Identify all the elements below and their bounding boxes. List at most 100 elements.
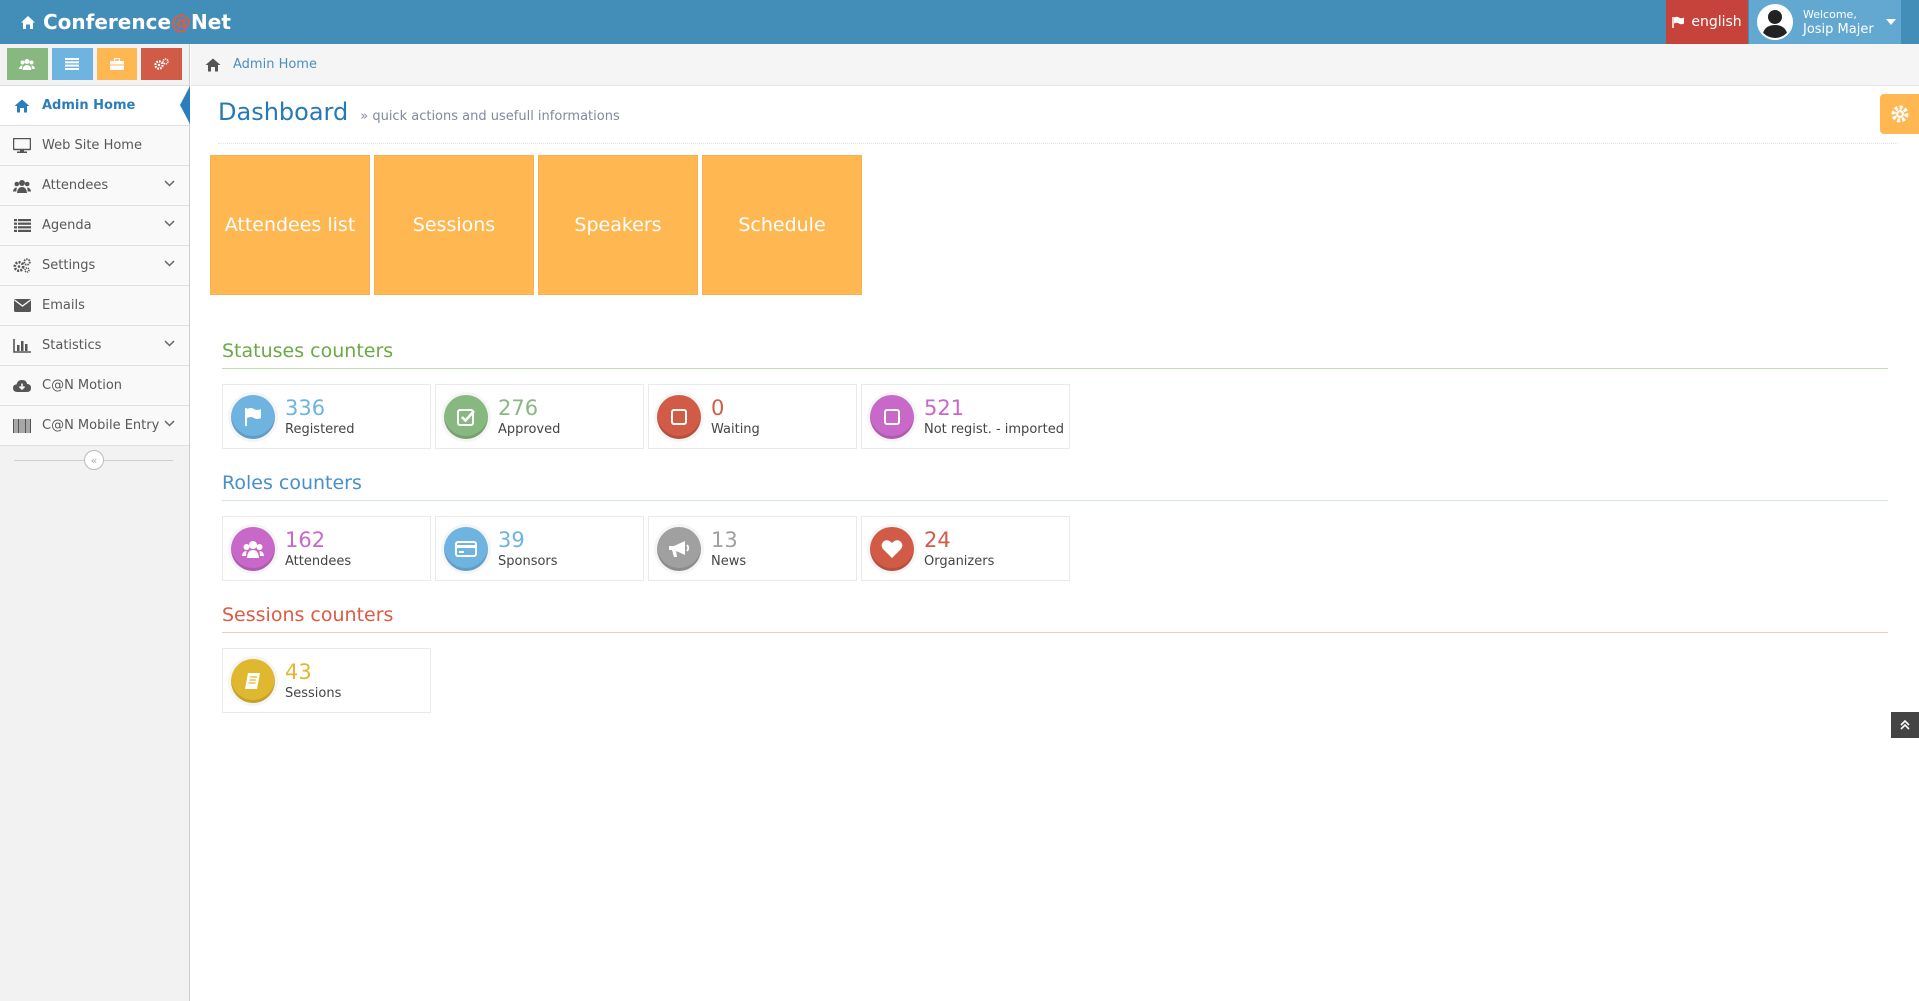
tile-attendees-list[interactable]: Attendees list [210,155,370,295]
language-selector[interactable]: english [1666,0,1748,44]
counter-value: 336 [285,396,326,420]
counter-label: Sessions [285,686,342,701]
sidebar-item-settings[interactable]: Settings [0,246,189,286]
sidebar-menu: Admin Home Web Site Home Attendees Agend… [0,86,190,446]
user-menu[interactable]: Welcome, Josip Majer [1749,0,1901,44]
brand-text-1: Conference [43,10,172,34]
home-icon [21,15,35,29]
chevron-down-icon [164,340,175,347]
user-avatar-icon [1762,10,1788,38]
gears-icon [13,258,31,273]
quick-action-tiles: Attendees list Sessions Speakers Schedul… [210,155,862,295]
counter-waiting: 0 Waiting [648,384,857,449]
users-icon [19,59,36,70]
page-title: Dashboard [218,98,349,126]
briefcase-icon [109,58,124,70]
flag-icon [245,407,261,426]
page-subtitle: » quick actions and usefull informations [360,109,620,124]
counter-label: Approved [498,422,561,437]
sidebar: Admin Home Web Site Home Attendees Agend… [0,44,190,1001]
caret-down-icon [1885,19,1896,25]
statuses-counters-section: Statuses counters 336 Registered 276 Appro… [222,340,1888,449]
breadcrumb: Admin Home [191,44,1919,86]
counter-value: 0 [711,396,725,420]
shortcut-settings-button[interactable] [141,48,182,80]
brand-at: @ [171,10,192,34]
counter-value: 162 [285,528,326,552]
language-label: english [1691,14,1742,30]
counter-value: 276 [498,396,539,420]
brand-logo[interactable]: Conference @ Net [20,0,231,44]
counter-sessions: 43 Sessions [222,648,431,713]
barcode-icon [13,418,31,433]
home-icon [14,99,30,112]
sidebar-item-label: Web Site Home [42,138,142,153]
sidebar-item-can-mobile-entry[interactable]: C@N Mobile Entry [0,406,189,446]
counter-value: 43 [285,660,312,684]
square-icon [671,408,687,425]
sidebar-item-label: C@N Mobile Entry [42,418,160,433]
sidebar-item-label: Emails [42,298,85,313]
page-header: Dashboard » quick actions and usefull in… [218,98,1898,144]
roles-counters-section: Roles counters 162 Attendees 39 Sponsors 1… [222,472,1888,581]
counter-value: 521 [924,396,965,420]
sidebar-item-can-motion[interactable]: C@N Motion [0,366,189,406]
sidebar-item-label: Admin Home [42,98,136,113]
sessions-counters-section: Sessions counters 43 Sessions [222,604,1888,713]
sidebar-item-statistics[interactable]: Statistics [0,326,189,366]
sidebar-item-label: Statistics [42,338,102,353]
tile-speakers[interactable]: Speakers [538,155,698,295]
sidebar-item-emails[interactable]: Emails [0,286,189,326]
breadcrumb-admin-home-link[interactable]: Admin Home [233,57,317,72]
users-icon [242,540,264,558]
sidebar-item-web-site-home[interactable]: Web Site Home [0,126,189,166]
tile-schedule[interactable]: Schedule [702,155,862,295]
flag-icon [1672,16,1685,28]
check-square-icon [457,408,475,426]
counter-label: Attendees [285,554,352,569]
sidebar-collapse-row: « [0,446,189,474]
sidebar-shortcuts [0,44,189,86]
sidebar-collapse-button[interactable]: « [84,450,104,470]
counter-label: News [711,554,747,569]
counter-registered: 336 Registered [222,384,431,449]
section-title: Sessions counters [222,604,1888,633]
heart-icon [881,539,903,558]
sidebar-item-agenda[interactable]: Agenda [0,206,189,246]
sidebar-item-label: Attendees [42,178,109,193]
users-icon [13,179,31,193]
counter-sponsors: 39 Sponsors [435,516,644,581]
counter-value: 39 [498,528,525,552]
cloud-download-icon [13,380,31,392]
double-right-icon: » [360,109,369,124]
chevron-down-icon [164,260,175,267]
counter-label: Not regist. - imported [924,422,1064,437]
chevron-down-icon [164,220,175,227]
chevron-down-icon [164,420,175,427]
tile-sessions[interactable]: Sessions [374,155,534,295]
credit-card-icon [455,540,477,557]
counter-attendees: 162 Attendees [222,516,431,581]
bullhorn-icon [669,540,690,557]
counter-label: Registered [285,422,355,437]
counter-label: Waiting [711,422,760,437]
sidebar-item-attendees[interactable]: Attendees [0,166,189,206]
chevron-down-icon [164,180,175,187]
counter-organizers: 24 Organizers [861,516,1070,581]
gears-icon [154,58,169,70]
sidebar-item-label: Agenda [42,218,92,233]
counter-value: 13 [711,528,738,552]
bar-chart-icon [13,338,31,353]
brand-text-2: Net [191,10,231,34]
sidebar-item-admin-home[interactable]: Admin Home [0,86,190,126]
book-icon [245,672,260,689]
shortcut-users-button[interactable] [7,48,48,80]
desktop-icon [13,138,31,153]
list-icon [65,58,80,70]
shortcut-briefcase-button[interactable] [96,48,138,80]
top-navbar: Conference @ Net english Welcome, Josip Ma… [0,0,1919,44]
scroll-to-top-button[interactable] [1891,712,1919,738]
counter-label: Sponsors [498,554,558,569]
shortcut-list-button[interactable] [51,48,93,80]
counter-label: Organizers [924,554,995,569]
